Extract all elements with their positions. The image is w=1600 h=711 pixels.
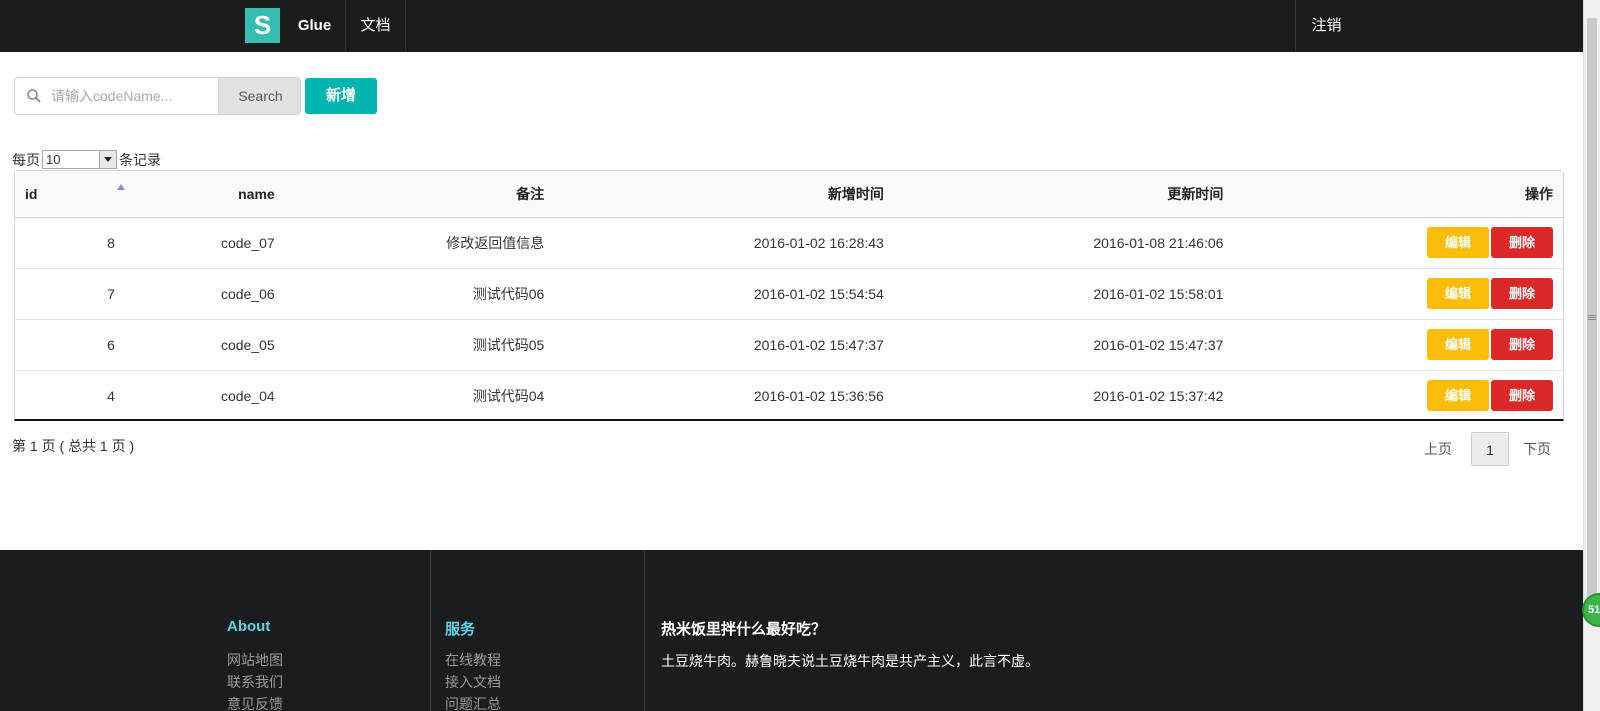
cell-ops: 编辑 删除	[1233, 217, 1563, 269]
footer-text-column: 热米饭里拌什么最好吃？ 土豆烧牛肉。赫鲁晓夫说土豆烧牛肉是共产主义，此言不虚。	[661, 550, 1361, 711]
search-icon	[27, 89, 41, 103]
sort-asc-icon	[117, 184, 125, 190]
app-logo[interactable]: S	[245, 8, 280, 43]
cell-create-time: 2016-01-02 15:47:37	[554, 319, 894, 371]
logout-link[interactable]: 注销	[1295, 0, 1357, 52]
scrollbar-grip-icon	[1588, 315, 1596, 316]
cell-id: 8	[15, 217, 125, 269]
footer-link-docs[interactable]: 接入文档	[445, 672, 501, 692]
top-navbar: S Glue 文档 注销	[0, 0, 1583, 52]
cell-name: code_04	[220, 387, 275, 404]
footer-text-body: 土豆烧牛肉。赫鲁晓夫说土豆烧牛肉是共产主义，此言不虚。	[661, 653, 1039, 669]
delete-button[interactable]: 删除	[1491, 227, 1553, 258]
search-group: Search	[14, 77, 301, 115]
search-button[interactable]: Search	[218, 78, 300, 114]
cell-ops: 编辑 删除	[1233, 370, 1563, 421]
next-page-button[interactable]: 下页	[1523, 432, 1551, 466]
cell-update-time: 2016-01-02 15:37:42	[1093, 387, 1224, 404]
cell-name: code_07	[124, 217, 285, 269]
footer-link-feedback[interactable]: 意见反馈	[227, 694, 283, 711]
prev-page-button[interactable]: 上页	[1424, 432, 1452, 466]
footer-service-column: 服务 在线教程 接入文档 问题汇总	[445, 550, 645, 711]
add-button[interactable]: 新增	[305, 78, 377, 114]
page-length-prefix: 每页	[12, 152, 40, 168]
site-footer: About 网站地图 联系我们 意见反馈 服务 在线教程 接入文档 问题汇总 热…	[0, 550, 1583, 711]
page-number-button[interactable]: 1	[1471, 432, 1509, 466]
page-length-select[interactable]: 10	[42, 150, 117, 169]
delete-button[interactable]: 删除	[1491, 329, 1553, 360]
delete-button[interactable]: 删除	[1491, 380, 1553, 412]
table-row: 6 code_05 测试代码05 2016-01-02 15:47:37 201…	[15, 319, 1563, 371]
cell-id: 7	[15, 268, 125, 320]
footer-link-faq[interactable]: 问题汇总	[445, 694, 501, 711]
nav-item-glue[interactable]: Glue	[284, 0, 346, 52]
cell-create-time: 2016-01-02 15:36:56	[753, 387, 884, 404]
scrollbar-thumb[interactable]	[1587, 18, 1597, 618]
cell-update-time: 2016-01-02 15:58:01	[893, 268, 1234, 320]
footer-link-contact[interactable]: 联系我们	[227, 672, 283, 692]
table-row: 7 code_06 测试代码06 2016-01-02 15:54:54 201…	[15, 268, 1563, 320]
table-row: 4 code_04 测试代码04 2016-01-02 15:36:56 201…	[15, 370, 1563, 421]
col-header-name[interactable]: name	[124, 171, 285, 218]
cell-update-time: 2016-01-08 21:46:06	[893, 217, 1234, 269]
cell-note: 测试代码04	[472, 387, 545, 404]
col-header-note[interactable]: 备注	[284, 171, 555, 218]
cell-note: 测试代码05	[284, 319, 555, 371]
footer-service-title[interactable]: 服务	[445, 618, 475, 639]
footer-about-column: About 网站地图 联系我们 意见反馈	[227, 550, 431, 711]
col-header-ops: 操作	[1233, 171, 1563, 218]
cell-id: 4	[107, 387, 115, 404]
col-header-id[interactable]: id	[15, 171, 125, 218]
cell-name: code_05	[124, 319, 285, 371]
page-length-suffix: 条记录	[119, 152, 161, 168]
table-header-row: id name 备注 新增时间 更新时间 操作	[15, 171, 1563, 218]
cell-create-time: 2016-01-02 15:54:54	[554, 268, 894, 320]
cell-note: 测试代码06	[284, 268, 555, 320]
edit-button[interactable]: 编辑	[1427, 278, 1489, 309]
footer-link-sitemap[interactable]: 网站地图	[227, 650, 283, 670]
footer-text-title: 热米饭里拌什么最好吃？	[661, 621, 827, 638]
cell-note: 修改返回值信息	[284, 217, 555, 269]
col-header-create-time[interactable]: 新增时间	[554, 171, 894, 218]
footer-link-tutorial[interactable]: 在线教程	[445, 650, 501, 670]
cell-id: 6	[15, 319, 125, 371]
cell-name: code_06	[124, 268, 285, 320]
cell-ops: 编辑 删除	[1233, 319, 1563, 371]
table-row: 8 code_07 修改返回值信息 2016-01-02 16:28:43 20…	[15, 217, 1563, 269]
page-length-value: 10	[46, 152, 61, 167]
footer-about-title[interactable]: About	[227, 618, 270, 635]
nav-item-docs[interactable]: 文档	[346, 0, 406, 52]
code-table: id name 备注 新增时间 更新时间 操作 8 code_07 修改返回值信…	[14, 170, 1564, 421]
page-length-control: 每页 10 条记录	[12, 150, 161, 170]
search-input[interactable]	[51, 78, 231, 114]
cell-update-time: 2016-01-02 15:47:37	[893, 319, 1234, 371]
edit-button[interactable]: 编辑	[1427, 380, 1489, 412]
dropdown-arrow-icon[interactable]	[99, 151, 116, 168]
cell-create-time: 2016-01-02 16:28:43	[554, 217, 894, 269]
edit-button[interactable]: 编辑	[1427, 227, 1489, 258]
delete-button[interactable]: 删除	[1491, 278, 1553, 309]
edit-button[interactable]: 编辑	[1427, 329, 1489, 360]
col-header-update-time[interactable]: 更新时间	[893, 171, 1234, 218]
page-info: 第 1 页 ( 总共 1 页 )	[12, 438, 135, 454]
cell-ops: 编辑 删除	[1233, 268, 1563, 320]
